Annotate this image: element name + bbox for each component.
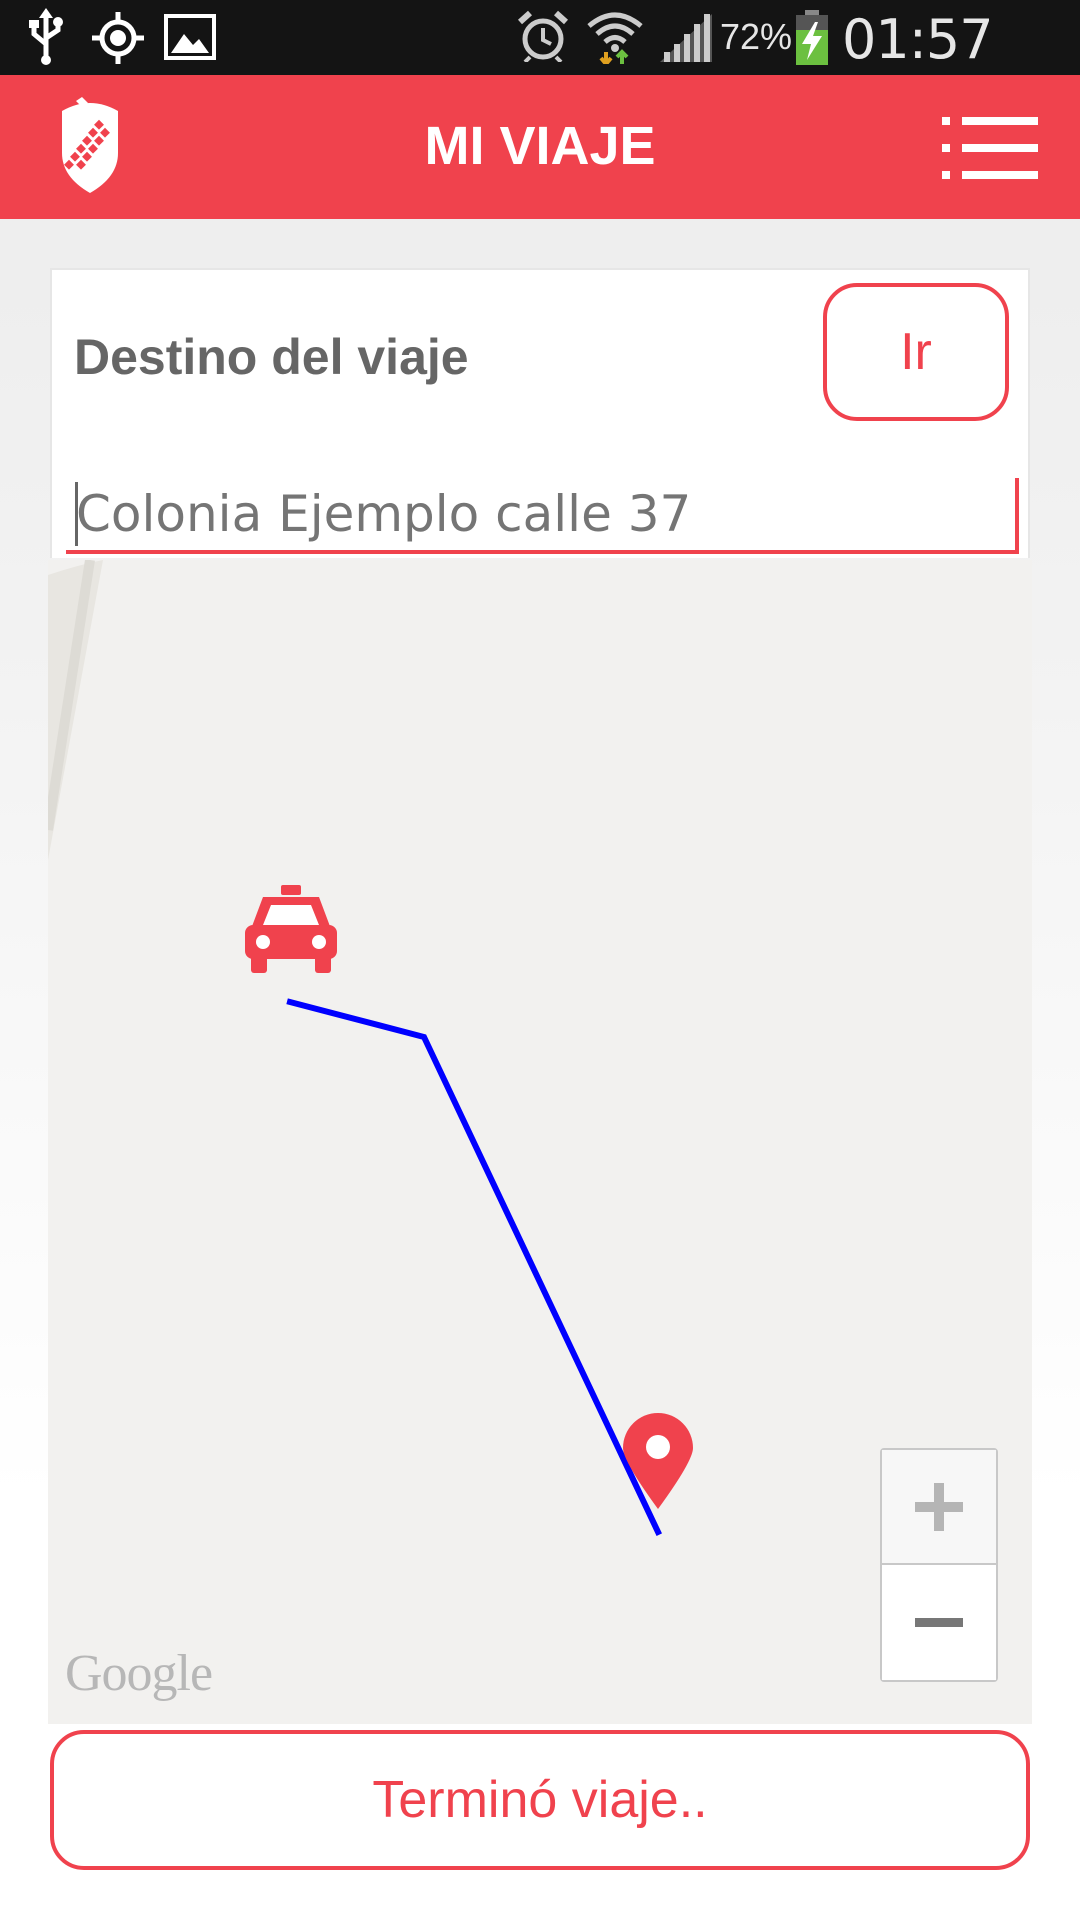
page-title: MI VIAJE: [424, 116, 656, 176]
destination-input[interactable]: [66, 478, 1019, 554]
taxi-icon[interactable]: [243, 885, 339, 978]
menu-list-icon: [942, 117, 1038, 179]
google-logo: Google: [65, 1645, 213, 1702]
image-icon: [164, 14, 216, 65]
zoom-in-button[interactable]: [882, 1450, 996, 1565]
go-button[interactable]: Ir: [823, 283, 1009, 421]
app-bar: MI VIAJE: [0, 75, 1080, 219]
menu-button[interactable]: [940, 113, 1040, 183]
route-line: [286, 998, 662, 1536]
map-view[interactable]: Google: [48, 560, 1032, 1724]
plus-icon: [915, 1482, 963, 1531]
gps-icon: [92, 12, 144, 69]
signal-icon: [660, 14, 712, 67]
usb-icon: [26, 8, 66, 71]
destination-label: Destino del viaje: [74, 329, 469, 385]
battery-percent: 72%: [720, 16, 793, 57]
battery-charging-icon: [794, 10, 830, 71]
destination-pin-icon[interactable]: [623, 1413, 693, 1514]
text-cursor: [75, 482, 78, 546]
destination-card: Destino del viaje Ir: [50, 268, 1030, 558]
zoom-controls: [880, 1448, 998, 1682]
screen: 72% 01:57 PM: [0, 0, 1080, 1920]
minus-icon: [915, 1617, 963, 1627]
zoom-out-button[interactable]: [882, 1565, 996, 1680]
map-road-edge: [48, 560, 103, 860]
status-bar: 72% 01:57 PM: [0, 0, 1080, 134]
wifi-icon: [586, 8, 644, 69]
end-trip-button[interactable]: Terminó viaje..: [50, 1730, 1030, 1870]
alarm-icon: [517, 10, 569, 67]
